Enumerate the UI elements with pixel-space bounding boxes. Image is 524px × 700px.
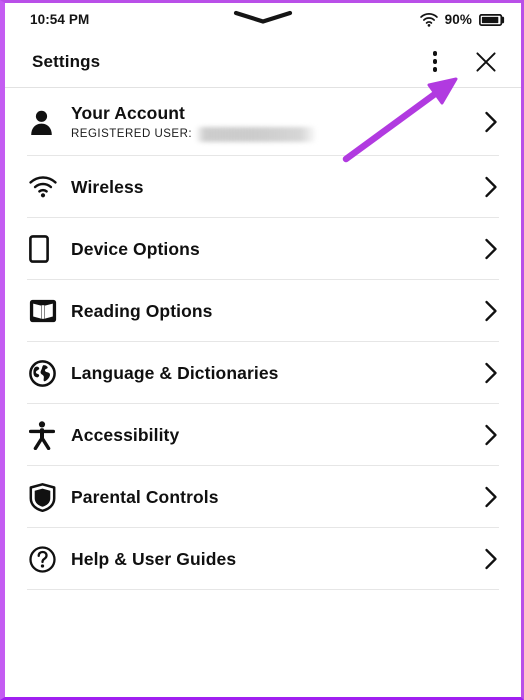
settings-row-language-dictionaries[interactable]: Language & Dictionaries [5,342,521,404]
globe-icon [25,360,67,387]
status-bar-indicators: 90% [420,12,505,27]
chevron-right-glyph [483,237,499,261]
settings-list: Your Account REGISTERED USER: [5,88,521,590]
page-title: Settings [32,52,420,72]
settings-row-sub: REGISTERED USER: [71,127,471,142]
settings-row-label: Wireless [71,177,471,198]
battery-icon [479,13,505,27]
settings-row-label: Reading Options [71,301,471,322]
chevron-right-glyph [483,547,499,571]
settings-row-label: Your Account [71,103,471,124]
globe-glyph [29,360,56,387]
chevron-down-handle-glyph [232,9,294,25]
settings-row-body: Parental Controls [67,487,471,508]
battery-percent-label: 90% [445,12,472,27]
redacted-username [197,127,315,142]
accessibility-icon [25,421,67,450]
app-header: Settings [5,36,521,88]
settings-row-device-options[interactable]: Device Options [5,218,521,280]
help-circle-glyph [29,546,56,573]
chevron-right-icon[interactable] [471,547,501,571]
header-actions [420,45,501,79]
chevron-right-icon[interactable] [471,423,501,447]
accessibility-glyph [29,421,55,450]
book-glyph [29,299,57,323]
settings-row-body: Reading Options [67,301,471,322]
help-circle-icon [25,546,67,573]
shield-icon [25,483,67,512]
chevron-right-glyph [483,423,499,447]
status-bar-clock: 10:54 PM [30,12,89,27]
registered-user-label: REGISTERED USER: [71,128,192,140]
chevron-right-glyph [483,485,499,509]
device-icon [25,235,67,263]
device-glyph [29,235,49,263]
close-glyph [475,51,497,73]
wifi-glyph [29,176,57,198]
settings-row-body: Language & Dictionaries [67,363,471,384]
settings-row-wireless[interactable]: Wireless [5,156,521,218]
chevron-right-icon[interactable] [471,361,501,385]
chevron-right-icon[interactable] [471,175,501,199]
close-icon[interactable] [471,45,501,79]
settings-row-body: Accessibility [67,425,471,446]
settings-row-accessibility[interactable]: Accessibility [5,404,521,466]
settings-row-parental-controls[interactable]: Parental Controls [5,466,521,528]
chevron-right-glyph [483,110,499,134]
shield-glyph [29,483,56,512]
settings-row-body: Your Account REGISTERED USER: [67,103,471,142]
wifi-icon [25,176,67,198]
more-vertical-glyph [433,51,438,72]
chevron-right-icon[interactable] [471,110,501,134]
settings-row-label: Parental Controls [71,487,471,508]
settings-row-body: Wireless [67,177,471,198]
book-icon [25,299,67,323]
chevron-right-icon[interactable] [471,485,501,509]
settings-row-help-user-guides[interactable]: Help & User Guides [5,528,521,590]
settings-row-your-account[interactable]: Your Account REGISTERED USER: [5,88,521,156]
kindle-settings-screen: 10:54 PM 90% Settings [0,0,524,700]
settings-row-body: Device Options [67,239,471,260]
more-vertical-icon[interactable] [420,45,450,79]
status-bar: 10:54 PM 90% [5,3,521,36]
settings-row-label: Accessibility [71,425,471,446]
chevron-right-icon[interactable] [471,299,501,323]
settings-row-reading-options[interactable]: Reading Options [5,280,521,342]
chevron-right-glyph [483,299,499,323]
settings-row-body: Help & User Guides [67,549,471,570]
settings-row-label: Device Options [71,239,471,260]
chevron-right-glyph [483,175,499,199]
wifi-icon [420,13,438,27]
settings-row-label: Language & Dictionaries [71,363,471,384]
chevron-right-glyph [483,361,499,385]
person-glyph [29,109,54,136]
person-icon [25,109,67,136]
settings-row-label: Help & User Guides [71,549,471,570]
chevron-right-icon[interactable] [471,237,501,261]
